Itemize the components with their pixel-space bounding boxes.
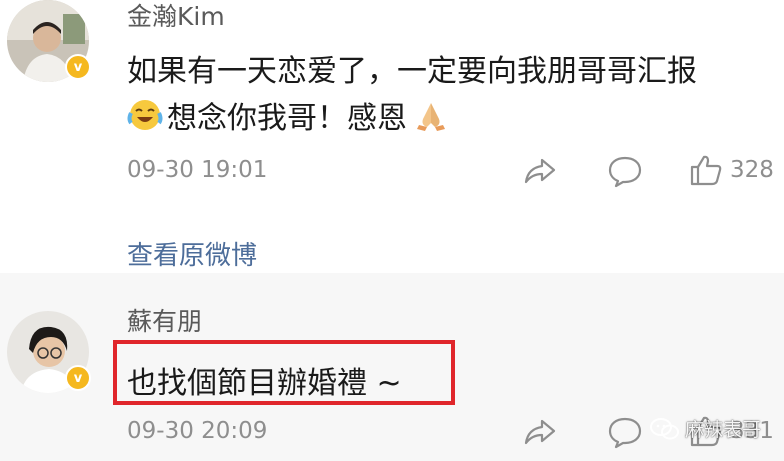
avatar[interactable]: v: [7, 0, 91, 82]
comment-text-line-2-row: 想念你我哥！感恩: [127, 93, 449, 137]
crying-laughing-emoji: [127, 100, 163, 130]
like-button[interactable]: 328: [688, 153, 774, 187]
comment-icon: [608, 417, 642, 449]
comment-text-line-1: 如果有一天恋爱了，一定要向我朋哥哥汇报: [127, 54, 697, 89]
comment-item-1: v 金瀚Kim 如果有一天恋爱了，一定要向我朋哥哥汇报 想念你我哥！感恩 09-…: [0, 0, 784, 273]
timestamp: 09-30 20:09: [127, 418, 268, 444]
share-icon: [524, 419, 556, 445]
share-button[interactable]: [522, 416, 558, 448]
username[interactable]: 金瀚Kim: [127, 0, 225, 33]
like-count: 328: [730, 157, 774, 183]
praying-hands-emoji: [417, 103, 445, 131]
verified-badge-icon: v: [65, 365, 91, 391]
view-original-link[interactable]: 查看原微博: [127, 235, 257, 272]
highlight-annotation-box: [113, 340, 455, 405]
share-button[interactable]: [522, 155, 558, 187]
wechat-icon: [650, 417, 679, 439]
avatar[interactable]: v: [7, 311, 91, 393]
watermark: 麻辣表哥: [650, 415, 761, 442]
like-icon: [690, 155, 722, 186]
verified-badge-icon: v: [65, 54, 91, 80]
comment-button[interactable]: [607, 415, 643, 449]
share-icon: [524, 158, 556, 184]
timestamp: 09-30 19:01: [127, 157, 268, 183]
comment-icon: [608, 156, 642, 188]
comment-text-line-2: 想念你我哥！感恩: [167, 101, 407, 136]
comment-button[interactable]: [607, 154, 643, 188]
username[interactable]: 蘇有朋: [127, 302, 202, 338]
watermark-text: 麻辣表哥: [685, 419, 762, 441]
